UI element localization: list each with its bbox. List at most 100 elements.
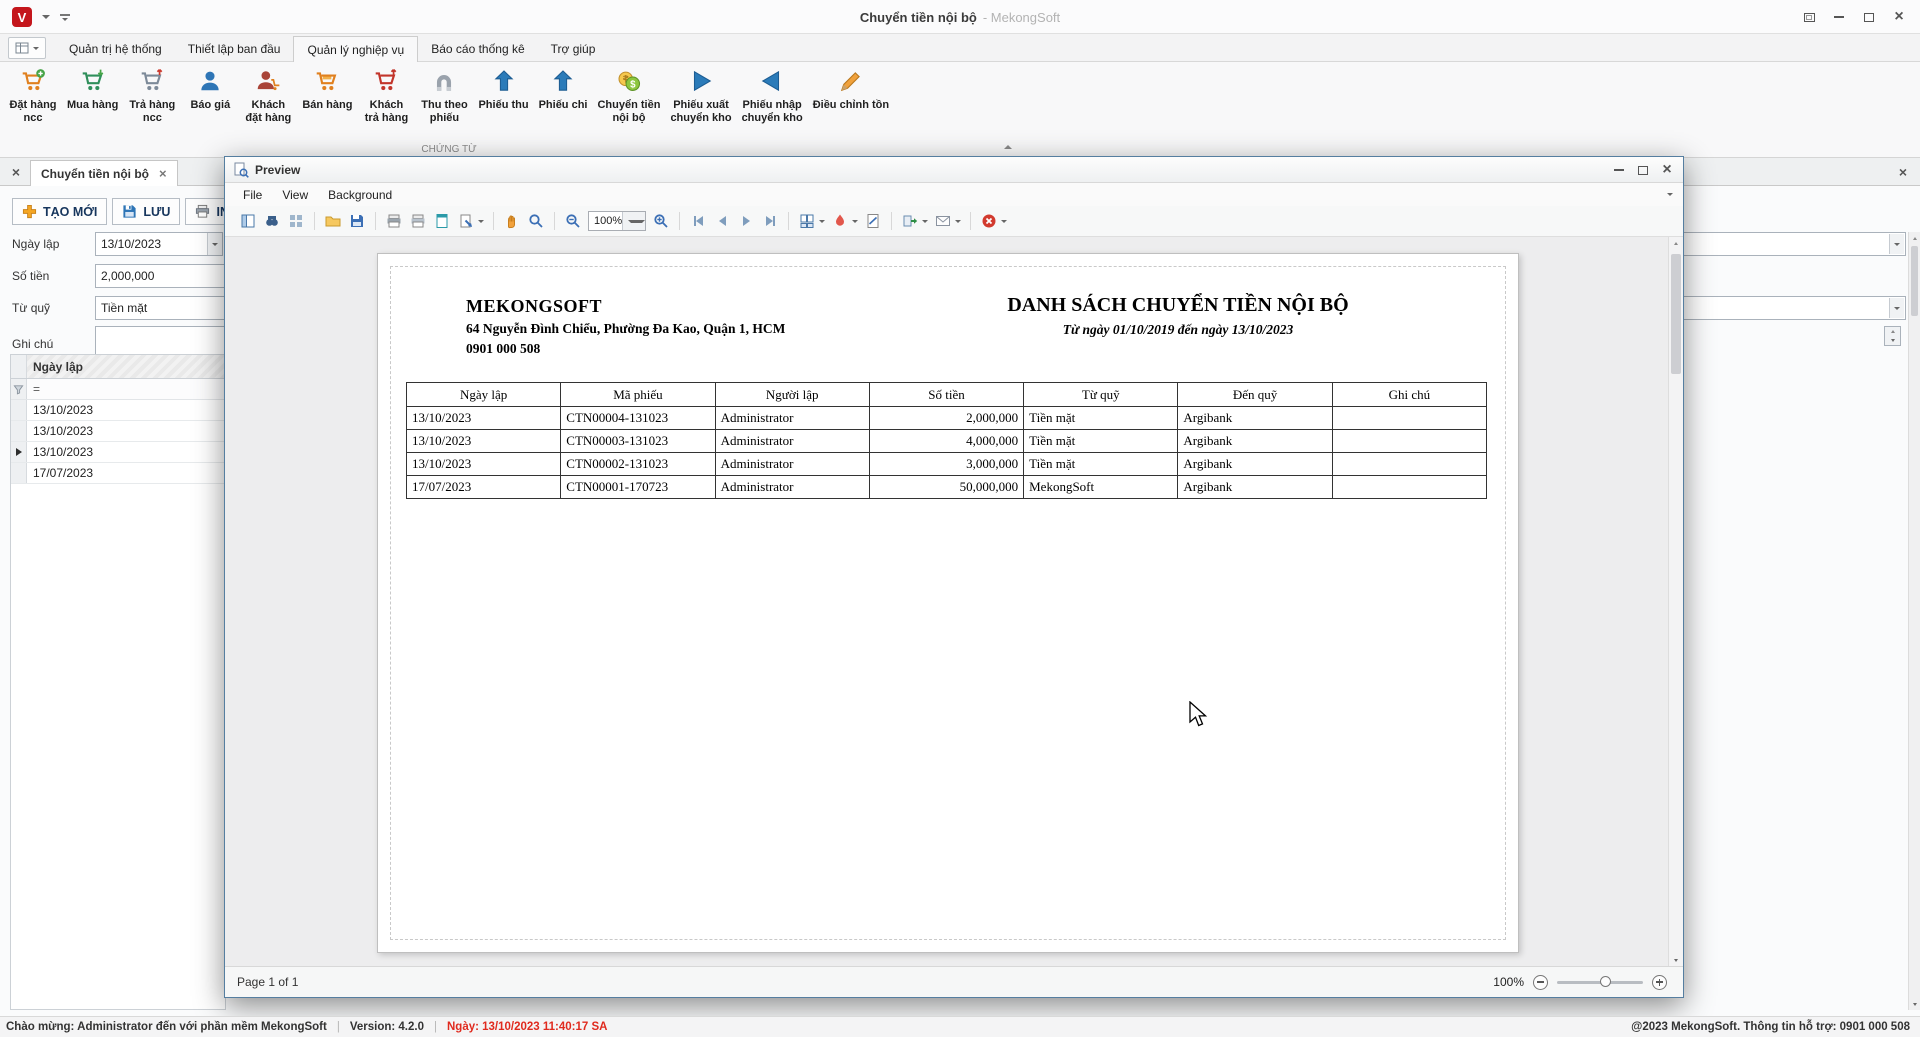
ribbon-tab-quan-ly-nghiep-vu[interactable]: Quản lý nghiệp vụ bbox=[293, 36, 418, 62]
ribbon-button-chuyen-tien-noi-bo[interactable]: $ Chuyển tiềnnội bộ bbox=[592, 62, 665, 125]
ribbon-button-phieu-thu[interactable]: Phiếu thu bbox=[473, 62, 533, 112]
scroll-down-icon[interactable] bbox=[1909, 998, 1920, 1010]
zoom-dropdown-icon[interactable] bbox=[622, 212, 645, 230]
menu-background[interactable]: Background bbox=[318, 185, 402, 205]
preview-minimize-button[interactable] bbox=[1607, 160, 1631, 180]
grid-row[interactable]: 17/07/2023 bbox=[11, 463, 225, 484]
scroll-up-icon[interactable] bbox=[1669, 237, 1683, 249]
page-color-icon[interactable] bbox=[829, 210, 851, 232]
ribbon-button-khach-dat-hang[interactable]: Kháchđặt hàng bbox=[239, 62, 297, 125]
preview-maximize-button[interactable] bbox=[1631, 160, 1655, 180]
menu-file[interactable]: File bbox=[233, 185, 272, 205]
preview-titlebar[interactable]: Preview × bbox=[225, 157, 1683, 183]
save-icon[interactable] bbox=[346, 210, 368, 232]
ribbon-button-ban-hang[interactable]: Bán hàng bbox=[297, 62, 357, 112]
customize-quick-access-icon[interactable] bbox=[60, 14, 70, 21]
zoom-slider[interactable] bbox=[1557, 981, 1643, 984]
watermark-icon[interactable] bbox=[862, 210, 884, 232]
grid-row[interactable]: 13/10/2023 bbox=[11, 421, 225, 442]
hand-tool-icon[interactable] bbox=[501, 210, 523, 232]
grid-column-header[interactable]: Ngày lập bbox=[27, 355, 225, 378]
grid-header[interactable]: Ngày lập bbox=[11, 355, 225, 379]
grid-row-selected[interactable]: 13/10/2023 bbox=[11, 442, 225, 463]
zoom-out-button[interactable] bbox=[1533, 975, 1548, 990]
quick-access-dropdown-icon[interactable] bbox=[42, 15, 50, 19]
ribbon-tab-quan-tri-he-thong[interactable]: Quản trị hệ thống bbox=[56, 36, 175, 61]
scale-dropdown-icon[interactable] bbox=[478, 220, 484, 223]
ribbon-button-dieu-chinh-ton[interactable]: Điều chỉnh tồn bbox=[808, 62, 894, 112]
fullscreen-button[interactable] bbox=[1794, 4, 1824, 30]
main-vertical-scrollbar[interactable] bbox=[1908, 232, 1920, 1010]
first-page-icon[interactable] bbox=[687, 210, 709, 232]
ribbon-button-phieu-nhap-chuyen-kho[interactable]: Phiếu nhậpchuyển kho bbox=[737, 62, 808, 125]
quick-print-icon[interactable] bbox=[407, 210, 429, 232]
ribbon-button-tra-hang-ncc[interactable]: Trả hàngncc bbox=[123, 62, 181, 125]
multi-page-icon[interactable] bbox=[796, 210, 818, 232]
application-menu-button[interactable] bbox=[8, 37, 46, 59]
page-setup-icon[interactable] bbox=[431, 210, 453, 232]
ngay-lap-input[interactable] bbox=[95, 232, 223, 256]
zoom-out-icon[interactable] bbox=[562, 210, 584, 232]
ribbon-button-thu-theo-phieu[interactable]: Thu theophiếu bbox=[415, 62, 473, 125]
export-icon[interactable] bbox=[899, 210, 921, 232]
ribbon-collapse-icon[interactable] bbox=[1000, 141, 1016, 153]
email-icon[interactable] bbox=[932, 210, 954, 232]
zoom-combo[interactable]: 100% bbox=[588, 211, 646, 231]
preview-vertical-scrollbar[interactable] bbox=[1668, 237, 1683, 966]
search-icon[interactable] bbox=[261, 210, 283, 232]
scrollbar-thumb[interactable] bbox=[1911, 246, 1918, 316]
preview-close-button[interactable]: × bbox=[1655, 160, 1679, 180]
ngay-lap-dropdown-icon[interactable] bbox=[207, 233, 222, 255]
tab-chuyen-tien-noi-bo[interactable]: Chuyển tiền nội bộ × bbox=[30, 160, 178, 186]
document-map-icon[interactable] bbox=[237, 210, 259, 232]
close-button[interactable]: × bbox=[1884, 4, 1914, 30]
ribbon-tab-tro-giup[interactable]: Trợ giúp bbox=[538, 36, 609, 61]
app-logo[interactable]: V bbox=[12, 7, 32, 27]
open-icon[interactable] bbox=[322, 210, 344, 232]
tab-close-icon[interactable]: × bbox=[159, 166, 167, 181]
ribbon-tab-bao-cao-thong-ke[interactable]: Báo cáo thống kê bbox=[418, 36, 537, 61]
page-color-dropdown-icon[interactable] bbox=[852, 220, 858, 223]
ribbon-button-phieu-chi[interactable]: Phiếu chi bbox=[534, 62, 593, 112]
tabbar-close-button[interactable]: × bbox=[6, 163, 26, 181]
minimize-button[interactable] bbox=[1824, 4, 1854, 30]
last-page-icon[interactable] bbox=[759, 210, 781, 232]
export-dropdown-icon[interactable] bbox=[922, 220, 928, 223]
multi-page-dropdown-icon[interactable] bbox=[819, 220, 825, 223]
create-button[interactable]: TẠO MỚI bbox=[12, 198, 107, 225]
dropdown-icon[interactable] bbox=[1889, 234, 1904, 254]
ribbon-button-bao-gia[interactable]: Báo giá bbox=[181, 62, 239, 112]
menu-view[interactable]: View bbox=[272, 185, 318, 205]
spin-down-icon[interactable] bbox=[1885, 336, 1900, 345]
email-dropdown-icon[interactable] bbox=[955, 220, 961, 223]
grid-row[interactable]: 13/10/2023 bbox=[11, 400, 225, 421]
tabbar-right-close-icon[interactable]: × bbox=[1894, 163, 1912, 181]
save-button[interactable]: LƯU bbox=[112, 198, 180, 225]
prev-page-icon[interactable] bbox=[711, 210, 733, 232]
magnifier-icon[interactable] bbox=[525, 210, 547, 232]
right-spinner-control[interactable] bbox=[1884, 326, 1901, 346]
zoom-in-button[interactable] bbox=[1652, 975, 1667, 990]
scroll-down-icon[interactable] bbox=[1669, 954, 1683, 966]
ngay-lap-combo[interactable] bbox=[95, 232, 223, 256]
scrollbar-thumb[interactable] bbox=[1671, 254, 1681, 374]
print-icon[interactable] bbox=[383, 210, 405, 232]
ribbon-button-phieu-xuat-chuyen-kho[interactable]: Phiếu xuấtchuyển kho bbox=[665, 62, 736, 125]
spin-up-icon[interactable] bbox=[1885, 327, 1900, 336]
scroll-up-icon[interactable] bbox=[1909, 232, 1920, 244]
ribbon-tab-thiet-lap-ban-dau[interactable]: Thiết lập ban đầu bbox=[175, 36, 294, 61]
zoom-slider-thumb[interactable] bbox=[1600, 976, 1611, 987]
menu-overflow-icon[interactable] bbox=[1667, 193, 1673, 196]
close-preview-dropdown-icon[interactable] bbox=[1001, 220, 1007, 223]
thumbnails-icon[interactable] bbox=[285, 210, 307, 232]
next-page-icon[interactable] bbox=[735, 210, 757, 232]
grid-filter-row[interactable]: = bbox=[11, 379, 225, 400]
close-preview-icon[interactable] bbox=[978, 210, 1000, 232]
preview-document-area[interactable]: MEKONGSOFT 64 Nguyễn Đình Chiểu, Phường … bbox=[225, 237, 1683, 966]
dropdown-icon[interactable] bbox=[1889, 298, 1904, 318]
ribbon-button-dat-hang-ncc[interactable]: Đặt hàngncc bbox=[4, 62, 62, 125]
scale-icon[interactable] bbox=[455, 210, 477, 232]
maximize-button[interactable] bbox=[1854, 4, 1884, 30]
ribbon-button-khach-tra-hang[interactable]: Kháchtrả hàng bbox=[357, 62, 415, 125]
ribbon-button-mua-hang[interactable]: Mua hàng bbox=[62, 62, 123, 112]
